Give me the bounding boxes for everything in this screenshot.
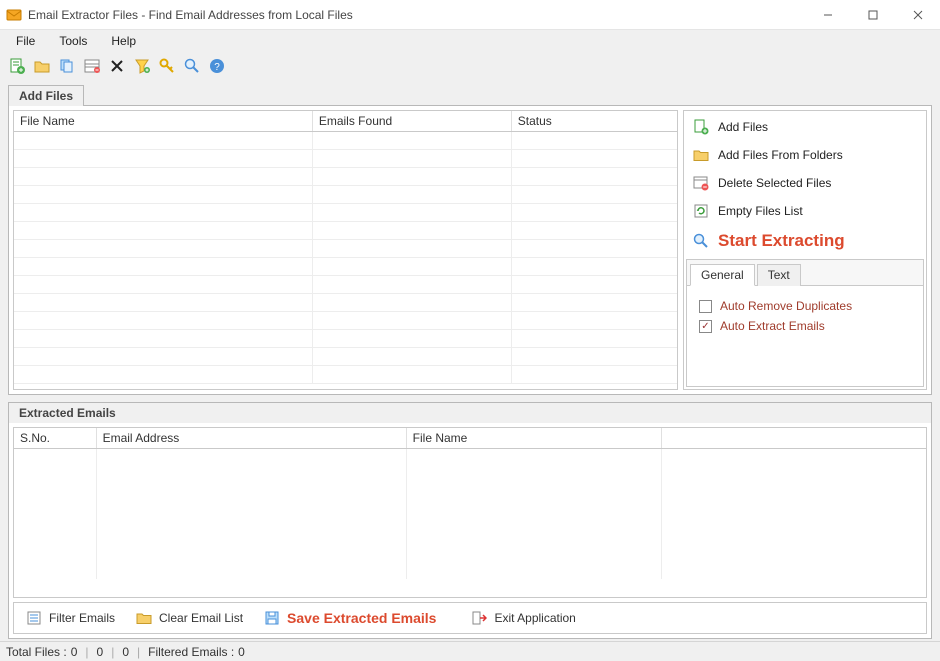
exit-icon — [470, 609, 488, 627]
col-sno[interactable]: S.No. — [14, 428, 96, 449]
tab-add-files[interactable]: Add Files — [8, 85, 84, 106]
status-n1: 0 — [97, 645, 104, 659]
content: Add Files File Name Emails Found Status — [0, 80, 940, 641]
window-controls — [805, 0, 940, 29]
menu-help[interactable]: Help — [101, 32, 146, 50]
tab-extracted-emails[interactable]: Extracted Emails — [8, 402, 932, 423]
table-row — [14, 222, 677, 240]
extracted-emails-panel: Extracted Emails S.No. Email Address Fil… — [8, 401, 932, 639]
table-row — [14, 294, 677, 312]
delete-list-icon — [692, 174, 710, 192]
option-auto-extract-emails[interactable]: Auto Extract Emails — [697, 316, 913, 336]
table-row — [14, 276, 677, 294]
table-row — [14, 258, 677, 276]
side-add-files-label: Add Files — [718, 120, 768, 134]
save-icon — [263, 609, 281, 627]
status-filtered-label: Filtered Emails : — [148, 645, 234, 659]
side-start-extracting[interactable]: Start Extracting — [686, 225, 924, 257]
col-blank[interactable] — [662, 428, 926, 449]
table-row — [14, 366, 677, 384]
save-extracted-button[interactable]: Save Extracted Emails — [255, 606, 444, 630]
checkbox-checked-icon — [699, 320, 712, 333]
table-row — [14, 132, 677, 150]
side-delete-selected-label: Delete Selected Files — [718, 176, 831, 190]
minimize-button[interactable] — [805, 0, 850, 29]
separator: | — [107, 645, 118, 659]
maximize-button[interactable] — [850, 0, 895, 29]
app-icon — [6, 7, 22, 23]
side-add-folders[interactable]: Add Files From Folders — [686, 141, 924, 169]
subtab-text[interactable]: Text — [757, 264, 801, 286]
status-total-files: 0 — [71, 645, 78, 659]
window-title: Email Extractor Files - Find Email Addre… — [28, 8, 805, 22]
toolbar-key-icon[interactable] — [156, 55, 178, 77]
toolbar-filter-icon[interactable] — [131, 55, 153, 77]
toolbar-copy-icon[interactable] — [56, 55, 78, 77]
clear-email-list-button[interactable]: Clear Email List — [127, 606, 251, 630]
side-add-folders-label: Add Files From Folders — [718, 148, 843, 162]
table-row — [14, 150, 677, 168]
table-row — [14, 449, 926, 579]
table-row — [14, 312, 677, 330]
exit-app-label: Exit Application — [494, 611, 575, 625]
toolbar-help-icon[interactable]: ? — [206, 55, 228, 77]
options-tabbox: General Text Auto Remove Duplicates Auto… — [686, 259, 924, 387]
statusbar: Total Files : 0 | 0 | 0 | Filtered Email… — [0, 641, 940, 661]
folder-icon — [692, 146, 710, 164]
search-icon — [692, 232, 710, 250]
col-status[interactable]: Status — [511, 111, 677, 132]
table-row — [14, 348, 677, 366]
menu-tools[interactable]: Tools — [49, 32, 97, 50]
table-row — [14, 240, 677, 258]
side-empty-list[interactable]: Empty Files List — [686, 197, 924, 225]
filter-emails-label: Filter Emails — [49, 611, 115, 625]
option-auto-extract-label: Auto Extract Emails — [720, 319, 825, 333]
option-remove-dup-label: Auto Remove Duplicates — [720, 299, 852, 313]
clear-email-list-label: Clear Email List — [159, 611, 243, 625]
side-panel: Add Files Add Files From Folders Delete … — [683, 110, 927, 390]
col-emails-found[interactable]: Emails Found — [312, 111, 511, 132]
table-row — [14, 186, 677, 204]
close-button[interactable] — [895, 0, 940, 29]
toolbar-delete-icon[interactable] — [106, 55, 128, 77]
checkbox-icon — [699, 300, 712, 313]
titlebar: Email Extractor Files - Find Email Addre… — [0, 0, 940, 30]
refresh-icon — [692, 202, 710, 220]
toolbar: ? — [0, 52, 940, 80]
save-extracted-label: Save Extracted Emails — [287, 610, 436, 626]
subtab-general[interactable]: General — [690, 264, 755, 286]
folder-icon — [135, 609, 153, 627]
separator: | — [81, 645, 92, 659]
toolbar-folder-icon[interactable] — [31, 55, 53, 77]
option-auto-remove-duplicates[interactable]: Auto Remove Duplicates — [697, 296, 913, 316]
exit-app-button[interactable]: Exit Application — [462, 606, 583, 630]
status-filtered: 0 — [238, 645, 245, 659]
table-row — [14, 330, 677, 348]
col-filename[interactable]: File Name — [406, 428, 661, 449]
svg-text:?: ? — [214, 62, 220, 73]
side-start-label: Start Extracting — [718, 231, 845, 251]
status-total-files-label: Total Files : — [6, 645, 67, 659]
menu-file[interactable]: File — [6, 32, 45, 50]
filter-emails-button[interactable]: Filter Emails — [17, 606, 123, 630]
menubar: File Tools Help — [0, 30, 940, 52]
col-filename[interactable]: File Name — [14, 111, 312, 132]
toolbar-add-files-icon[interactable] — [6, 55, 28, 77]
side-add-files[interactable]: Add Files — [686, 113, 924, 141]
extracted-table[interactable]: S.No. Email Address File Name — [14, 428, 926, 579]
filter-icon — [25, 609, 43, 627]
toolbar-list-icon[interactable] — [81, 55, 103, 77]
side-delete-selected[interactable]: Delete Selected Files — [686, 169, 924, 197]
add-files-icon — [692, 118, 710, 136]
table-row — [14, 204, 677, 222]
status-n2: 0 — [122, 645, 129, 659]
add-files-panel: Add Files File Name Emails Found Status — [8, 84, 932, 395]
toolbar-search-icon[interactable] — [181, 55, 203, 77]
separator: | — [133, 645, 144, 659]
side-empty-list-label: Empty Files List — [718, 204, 803, 218]
col-email[interactable]: Email Address — [96, 428, 406, 449]
files-table[interactable]: File Name Emails Found Status — [14, 111, 677, 384]
button-bar: Filter Emails Clear Email List Save Extr… — [13, 602, 927, 634]
table-row — [14, 168, 677, 186]
